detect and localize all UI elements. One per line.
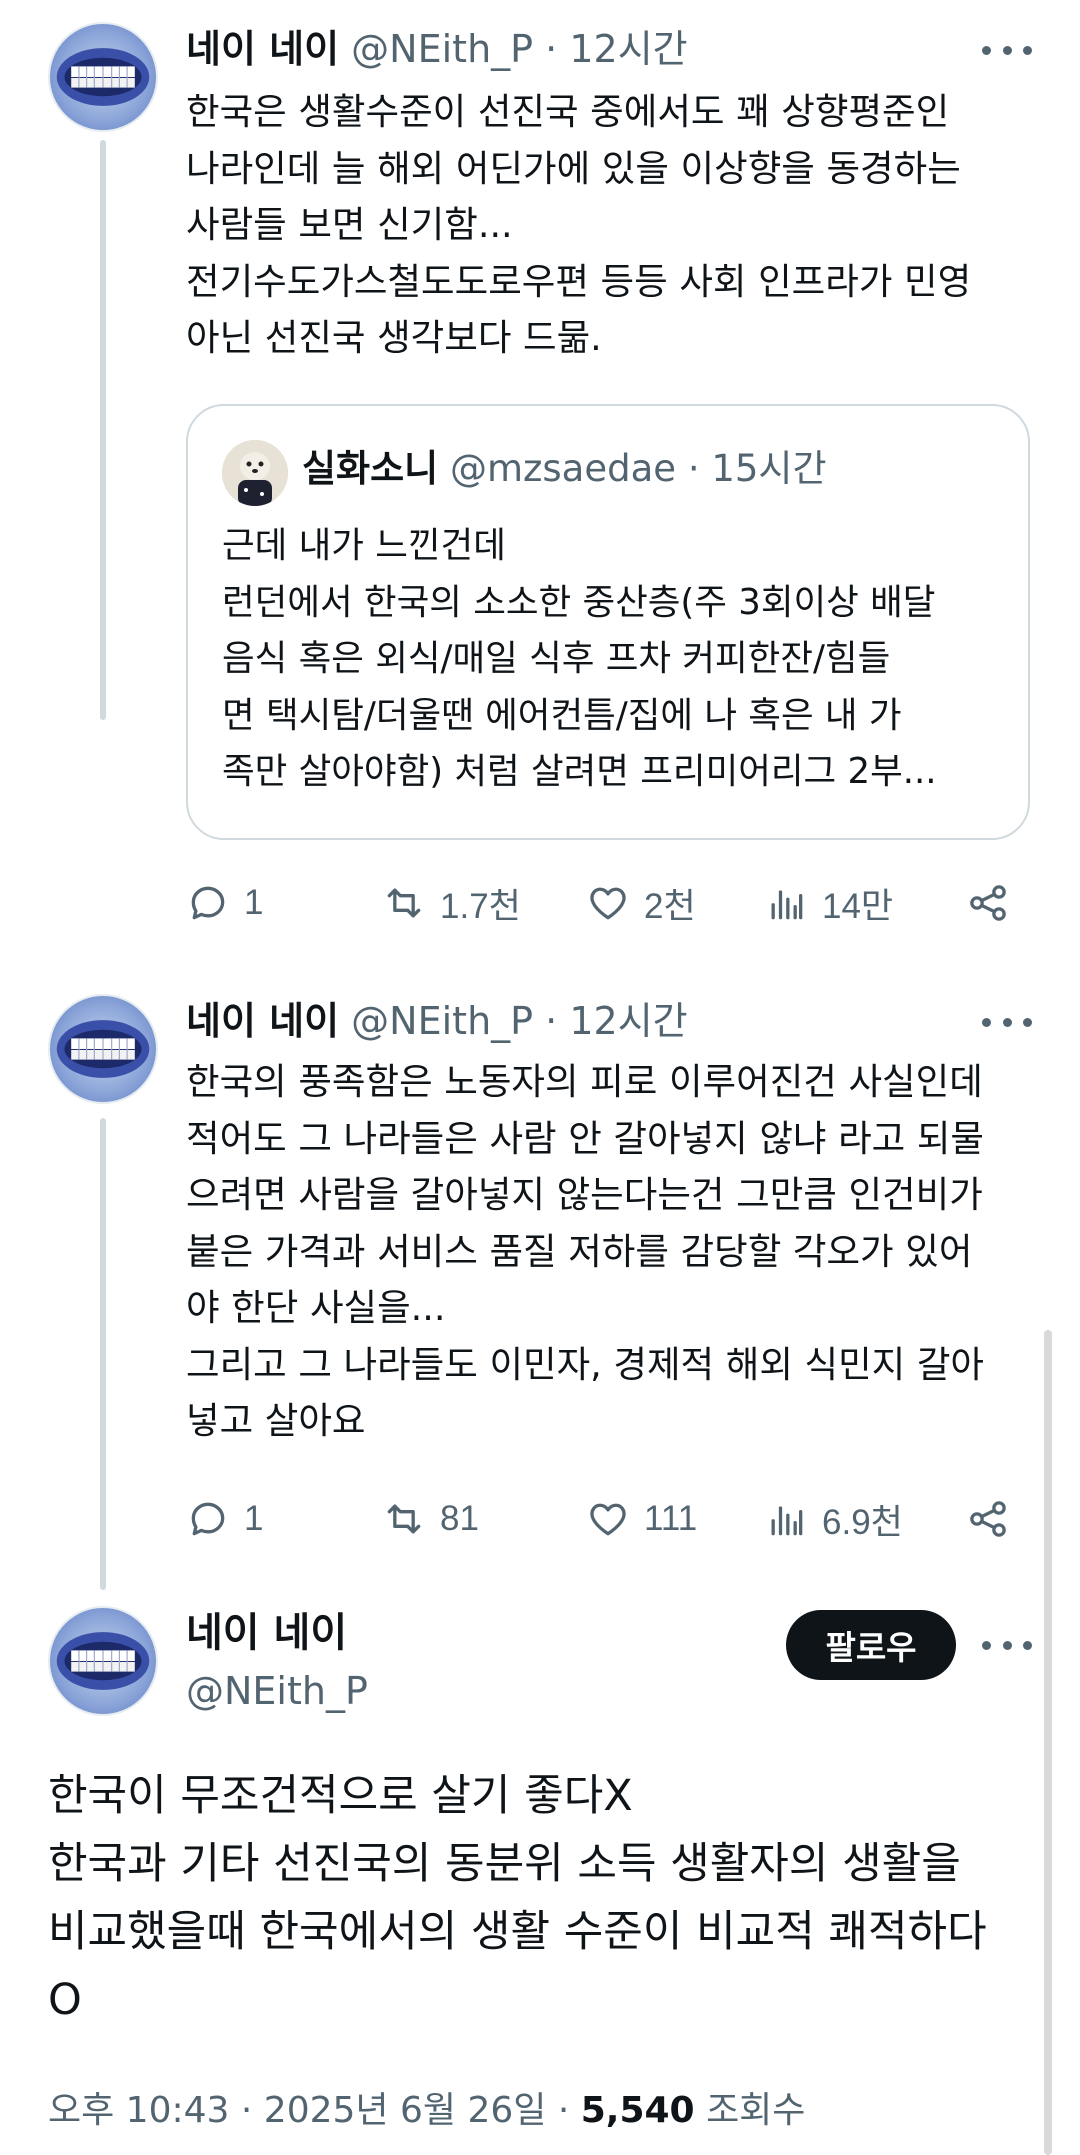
avatar[interactable] xyxy=(48,22,158,132)
tweet-header: 네이 네이 @NEith_P · 12시간 xyxy=(186,26,688,72)
quote-timestamp: 15시간 xyxy=(711,447,827,490)
quote-author-name: 실화소니 xyxy=(302,447,439,490)
views-count: 5,540 xyxy=(580,2090,695,2131)
views-count: 6.9천 xyxy=(822,1502,903,1542)
heart-icon xyxy=(590,887,626,920)
like-count: 2천 xyxy=(644,886,696,926)
thread-line-1 xyxy=(100,140,106,720)
reply-count: 1 xyxy=(244,1499,264,1538)
share-button[interactable] xyxy=(966,1494,1024,1544)
views-count: 14만 xyxy=(822,886,894,926)
avatar[interactable] xyxy=(48,1606,158,1716)
quoted-tweet[interactable]: 실화소니 @mzsaedae · 15시간 근데 내가 느낀건데 런던에서 한국… xyxy=(186,404,1030,840)
avatar-teeth-image xyxy=(56,1020,150,1078)
timestamp[interactable]: 12시간 xyxy=(569,27,687,71)
author-name[interactable]: 네이 네이 xyxy=(186,27,339,71)
avatar-teeth-image xyxy=(56,1632,150,1690)
tweet-text: 한국은 생활수준이 선진국 중에서도 꽤 상향평준인 나라인데 늘 해외 어딘가… xyxy=(186,90,972,359)
more-icon[interactable] xyxy=(982,1002,1032,1042)
tweet-meta: 오후 10:43 · 2025년 6월 26일 · 5,540 조회수 xyxy=(48,2086,805,2136)
more-icon[interactable] xyxy=(982,30,1032,70)
heart-icon xyxy=(590,1503,626,1536)
action-bar: 1 1.7천 2천 14만 xyxy=(186,878,1026,928)
retweet-count: 81 xyxy=(440,1499,479,1538)
like-count: 111 xyxy=(644,1499,698,1538)
avatar-teeth-image xyxy=(56,48,150,106)
views-button[interactable]: 14만 xyxy=(764,878,893,928)
post-time[interactable]: 오후 10:43 xyxy=(48,2090,229,2131)
views-button[interactable]: 6.9천 xyxy=(764,1494,903,1544)
post-date[interactable]: 2025년 6월 26일 xyxy=(264,2090,547,2131)
separator: · xyxy=(557,2090,570,2131)
separator: · xyxy=(545,27,558,71)
views-icon xyxy=(771,890,803,920)
reply-icon xyxy=(191,1502,225,1536)
like-button[interactable]: 2천 xyxy=(586,878,696,928)
author-name[interactable]: 네이 네이 xyxy=(186,1608,347,1658)
retweet-button[interactable]: 81 xyxy=(382,1494,479,1544)
reply-icon xyxy=(191,886,225,920)
author-handle[interactable]: @NEith_P xyxy=(351,999,533,1043)
retweet-button[interactable]: 1.7천 xyxy=(382,878,521,928)
scrollbar[interactable] xyxy=(1044,1330,1052,2155)
separator: · xyxy=(240,2090,253,2131)
dog-avatar-image xyxy=(222,440,288,506)
tweet-header: 네이 네이 @NEith_P · 12시간 xyxy=(186,998,688,1044)
quote-text: 근데 내가 느낀건데 런던에서 한국의 소소한 중산층(주 3회이상 배달 음식… xyxy=(222,525,937,792)
views-label: 조회수 xyxy=(706,2090,806,2131)
like-button[interactable]: 111 xyxy=(586,1494,697,1544)
quote-header: 실화소니 @mzsaedae · 15시간 xyxy=(302,444,827,494)
reply-button[interactable]: 1 xyxy=(186,878,263,928)
thread-line-2 xyxy=(100,1118,106,1590)
follow-button[interactable]: 팔로우 xyxy=(786,1610,956,1680)
share-icon xyxy=(970,1501,1006,1537)
reply-button[interactable]: 1 xyxy=(186,1494,263,1544)
retweet-icon xyxy=(387,888,421,918)
timestamp[interactable]: 12시간 xyxy=(569,999,687,1043)
author-name[interactable]: 네이 네이 xyxy=(186,999,339,1043)
reply-count: 1 xyxy=(244,883,264,922)
retweet-icon xyxy=(387,1504,421,1534)
tweet-text: 한국이 무조건적으로 살기 좋다X 한국과 기타 선진국의 동분위 소득 생활자… xyxy=(48,1771,987,2025)
avatar[interactable] xyxy=(48,994,158,1104)
retweet-count: 1.7천 xyxy=(440,886,521,926)
more-icon[interactable] xyxy=(982,1625,1032,1665)
quote-author-handle: @mzsaedae xyxy=(449,447,677,490)
separator: · xyxy=(545,999,558,1043)
share-button[interactable] xyxy=(966,878,1024,928)
author-handle[interactable]: @NEith_P xyxy=(351,27,533,71)
author-handle[interactable]: @NEith_P xyxy=(186,1666,368,1716)
views-icon xyxy=(771,1506,803,1536)
action-bar: 1 81 111 6.9천 xyxy=(186,1494,1026,1544)
tweet-text: 한국의 풍족함은 노동자의 피로 이루어진건 사실인데 적어도 그 나라들은 사… xyxy=(186,1060,984,1442)
quote-avatar[interactable] xyxy=(222,440,288,506)
share-icon xyxy=(970,885,1006,921)
separator: · xyxy=(687,447,700,490)
